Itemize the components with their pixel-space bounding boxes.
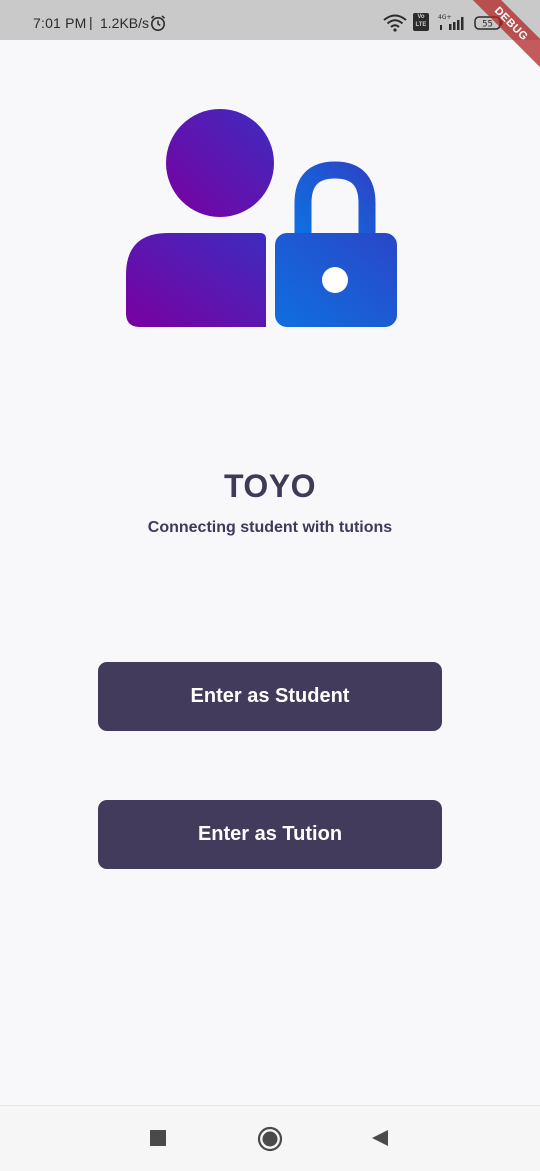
- network-speed: 1.2KB/s: [100, 15, 150, 31]
- status-separator: |: [89, 14, 93, 30]
- enter-as-student-button[interactable]: Enter as Student: [98, 662, 442, 731]
- lock-shackle: [294, 161, 376, 233]
- battery-level: 55: [482, 20, 493, 30]
- navigation-bar: [0, 1105, 540, 1171]
- home-icon[interactable]: [257, 1126, 283, 1152]
- volte-icon: Vo LTE: [413, 13, 429, 31]
- volte-line1: Vo: [417, 14, 425, 20]
- user-head: [166, 109, 274, 217]
- lock-keyhole: [322, 267, 348, 293]
- status-time: 7:01 PM: [33, 15, 87, 31]
- enter-as-tution-button[interactable]: Enter as Tution: [98, 800, 442, 869]
- signal-4g-icon: 4G+: [438, 14, 464, 30]
- user-body: [126, 233, 266, 327]
- svg-text:4G+: 4G+: [438, 14, 452, 21]
- volte-line2: LTE: [415, 22, 427, 28]
- status-bar: 7:01 PM | 1.2KB/s Vo LTE 4G+ 55: [0, 0, 540, 40]
- back-icon[interactable]: [370, 1128, 390, 1148]
- app-tagline: Connecting student with tutions: [147, 519, 393, 536]
- alarm-icon: [150, 15, 166, 31]
- app-title: TOYO: [223, 468, 317, 504]
- recents-icon[interactable]: [150, 1130, 166, 1146]
- user-lock-icon: [126, 109, 397, 327]
- wifi-icon: [383, 14, 407, 32]
